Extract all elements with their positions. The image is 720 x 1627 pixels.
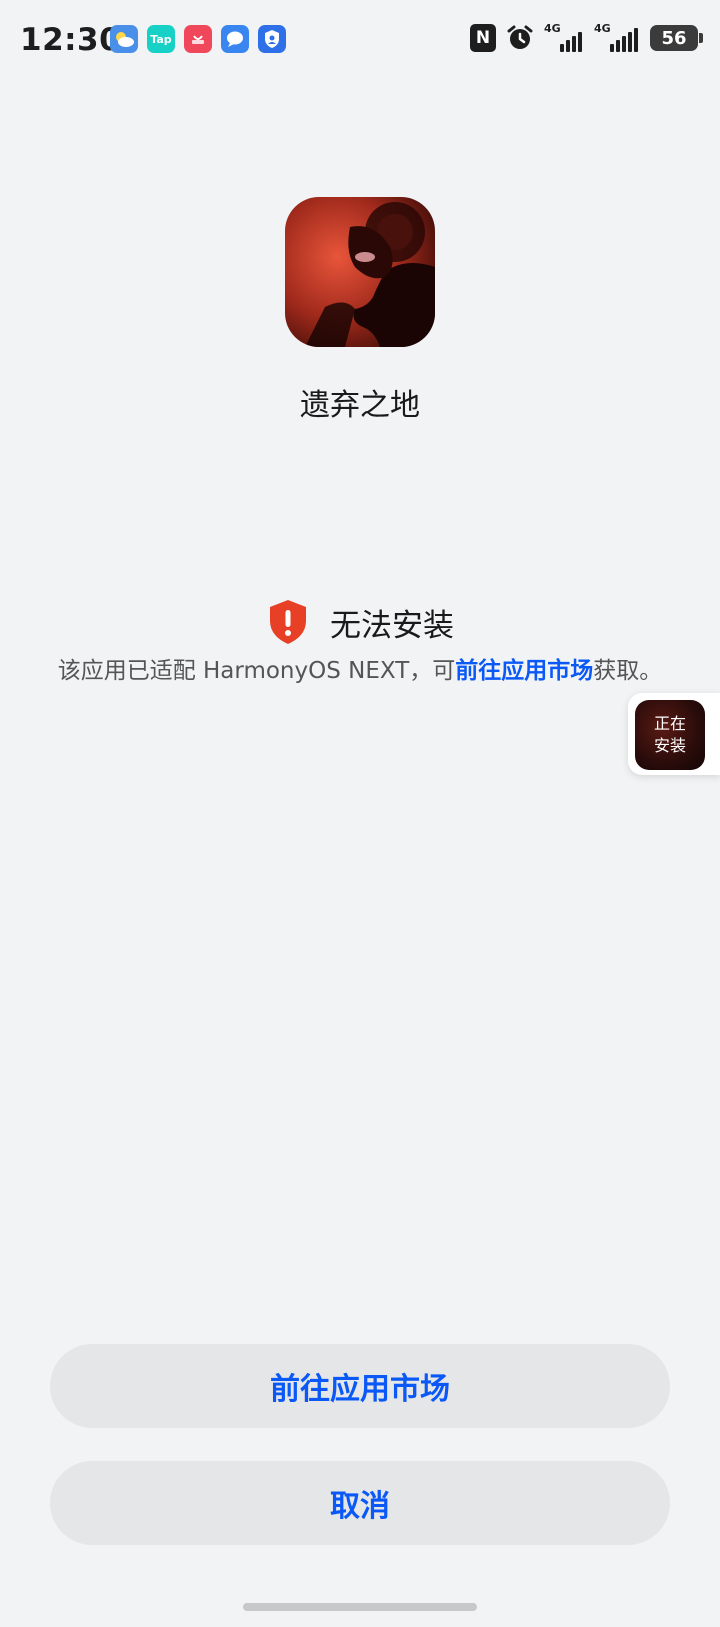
messages-app-icon bbox=[221, 25, 249, 53]
warning-title: 无法安装 bbox=[330, 607, 454, 644]
signal-strength-icon-2: 4G bbox=[594, 22, 640, 52]
installing-float-widget[interactable]: 正在 安装 bbox=[628, 693, 720, 775]
warning-description-prefix: 该应用已适配 HarmonyOS NEXT，可 bbox=[57, 658, 456, 684]
app-market-link[interactable]: 前往应用市场 bbox=[455, 658, 593, 684]
app-name: 遗弃之地 bbox=[300, 388, 420, 423]
network-type-label: 4G bbox=[544, 22, 561, 35]
system-icons: N 4G 4G 56 bbox=[470, 22, 703, 52]
status-time: 12:30 bbox=[20, 22, 122, 58]
security-app-icon bbox=[258, 25, 286, 53]
warning-description-suffix: 获取。 bbox=[593, 658, 663, 684]
cancel-button[interactable]: 取消 bbox=[50, 1461, 670, 1545]
battery-level: 56 bbox=[661, 27, 687, 49]
home-indicator[interactable] bbox=[243, 1603, 477, 1611]
signal-strength-icon: 4G bbox=[544, 22, 584, 52]
app-artwork-icon bbox=[285, 197, 435, 347]
warning-description: 该应用已适配 HarmonyOS NEXT，可前往应用市场获取。 bbox=[55, 656, 665, 686]
install-warning: 无法安装 bbox=[0, 598, 720, 646]
installing-badge[interactable]: 正在 安装 bbox=[635, 700, 705, 770]
installing-line1: 正在 bbox=[653, 714, 686, 733]
shield-warning-icon bbox=[270, 600, 306, 644]
status-bar: 12:30 Tap N 4G 4G 56 bbox=[0, 0, 720, 80]
app-icon bbox=[285, 197, 435, 347]
notification-icons: Tap bbox=[110, 25, 286, 53]
go-to-app-market-button[interactable]: 前往应用市场 bbox=[50, 1344, 670, 1428]
installing-line2: 安装 bbox=[653, 736, 686, 755]
nfc-icon: N bbox=[470, 24, 496, 52]
app-gallery-icon bbox=[184, 25, 212, 53]
taptap-app-icon: Tap bbox=[147, 25, 175, 53]
network-type-label-2: 4G bbox=[594, 22, 611, 35]
weather-app-icon bbox=[110, 25, 138, 53]
alarm-icon bbox=[507, 25, 533, 49]
battery-icon: 56 bbox=[650, 25, 703, 51]
taptap-label: Tap bbox=[150, 32, 172, 46]
